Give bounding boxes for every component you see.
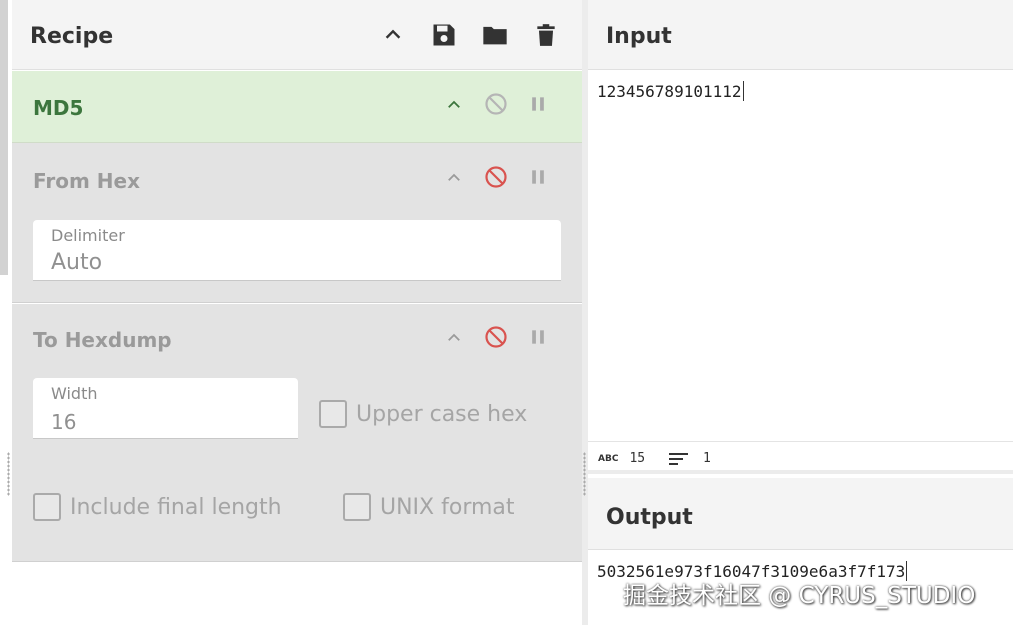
resize-grip[interactable] <box>7 452 10 496</box>
input-header: Input <box>588 0 1013 70</box>
lines-icon <box>669 452 689 466</box>
include-final-length-checkbox[interactable]: Include final length <box>33 493 282 521</box>
recipe-title: Recipe <box>30 24 114 49</box>
operation-from-hex[interactable]: From Hex Delimiter Auto <box>12 143 582 303</box>
include-final-length-label: Include final length <box>70 494 282 520</box>
length-status: ABC 15 <box>598 451 645 466</box>
input-value: 123456789101112 <box>597 82 742 101</box>
trash-icon[interactable] <box>531 20 561 50</box>
operation-name: MD5 <box>33 96 84 120</box>
disable-icon[interactable] <box>484 92 508 116</box>
checkbox-box[interactable] <box>319 400 347 428</box>
disable-icon[interactable] <box>484 325 508 349</box>
upper-case-hex-checkbox[interactable]: Upper case hex <box>319 400 527 428</box>
output-title: Output <box>606 505 693 530</box>
output-header: Output <box>588 478 1013 550</box>
text-caret <box>742 81 744 101</box>
operation-name: To Hexdump <box>33 328 172 352</box>
input-textarea[interactable]: 123456789101112 <box>597 81 744 101</box>
width-value[interactable]: 16 <box>51 410 263 434</box>
input-status-bar: ABC 15 1 <box>588 441 1013 474</box>
lines-value: 1 <box>703 451 711 466</box>
recipe-pane: Recipe MD5 From Hex Delimiter Auto To He… <box>12 0 582 625</box>
operation-md5[interactable]: MD5 <box>12 71 582 143</box>
abc-icon: ABC <box>598 453 619 464</box>
left-scrollbar[interactable] <box>0 0 8 275</box>
unix-format-label: UNIX format <box>380 494 515 520</box>
checkbox-box[interactable] <box>343 493 371 521</box>
width-field[interactable]: Width 16 <box>33 378 298 439</box>
disable-icon[interactable] <box>484 165 508 189</box>
operation-to-hexdump[interactable]: To Hexdump Width 16 Upper case hex Inclu… <box>12 304 582 562</box>
breakpoint-icon[interactable] <box>526 325 550 349</box>
unix-format-checkbox[interactable]: UNIX format <box>343 493 515 521</box>
resize-grip[interactable] <box>583 452 586 496</box>
delimiter-label: Delimiter <box>51 226 125 245</box>
watermark: 掘金技术社区 @ CYRUS_STUDIO <box>623 583 976 609</box>
input-title: Input <box>606 24 672 49</box>
lines-status: 1 <box>669 451 711 466</box>
chevron-up-icon[interactable] <box>442 326 466 350</box>
app-root: Recipe MD5 From Hex Delimiter Auto To He… <box>0 0 1013 625</box>
delimiter-field[interactable]: Delimiter Auto <box>33 220 561 281</box>
recipe-header: Recipe <box>12 0 582 70</box>
breakpoint-icon[interactable] <box>526 92 550 116</box>
length-value: 15 <box>629 451 646 466</box>
chevron-up-icon[interactable] <box>378 20 408 50</box>
checkbox-box[interactable] <box>33 493 61 521</box>
folder-icon[interactable] <box>480 20 510 50</box>
operation-name: From Hex <box>33 169 140 193</box>
chevron-up-icon[interactable] <box>442 166 466 190</box>
save-icon[interactable] <box>429 20 459 50</box>
delimiter-value[interactable]: Auto <box>51 250 473 275</box>
upper-case-hex-label: Upper case hex <box>356 401 528 427</box>
chevron-up-icon[interactable] <box>442 93 466 117</box>
breakpoint-icon[interactable] <box>526 165 550 189</box>
width-label: Width <box>51 384 98 403</box>
